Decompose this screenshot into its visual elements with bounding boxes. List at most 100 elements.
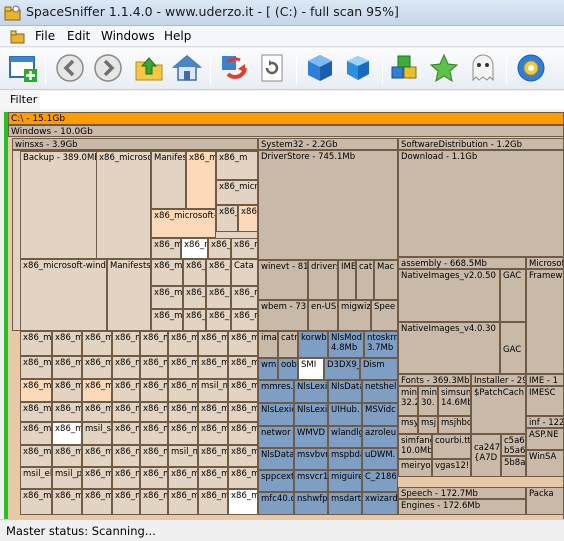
file-item[interactable]: mfc40.c (258, 492, 294, 515)
treemap-item[interactable]: en-US (308, 300, 338, 331)
treemap-item[interactable]: x86_m (140, 467, 168, 489)
filter-input[interactable] (40, 91, 564, 109)
file-item[interactable]: NlsData (258, 448, 294, 470)
treemap-item[interactable]: NativeImages_v2.0.50 (398, 269, 500, 322)
treemap-item[interactable]: x86_i (206, 286, 231, 309)
file-item[interactable]: msjhbd (438, 416, 471, 434)
treemap-item[interactable]: x86_m (20, 356, 52, 379)
treemap-item[interactable]: x86_m (228, 489, 258, 515)
ime-folder[interactable]: IME - 1 (526, 374, 564, 386)
file-item[interactable]: wlandlg (328, 426, 362, 448)
treemap-item[interactable]: x86_m (112, 467, 140, 489)
file-item[interactable]: azroleu (362, 426, 398, 448)
treemap-item[interactable]: x86_m (168, 402, 198, 422)
forward-icon[interactable] (92, 52, 124, 84)
treemap-item[interactable]: x86_m (52, 331, 82, 356)
speech-folder[interactable]: Speech - 172.7Mb (398, 487, 526, 499)
file-item[interactable]: mspbda (328, 448, 362, 470)
treemap-item[interactable]: x86_m (168, 356, 198, 379)
treemap-item[interactable]: drivers (308, 260, 338, 300)
back-icon[interactable] (54, 52, 86, 84)
treemap-item[interactable]: x86_m (231, 309, 258, 331)
treemap-item[interactable]: x86_m (112, 489, 140, 515)
treemap-item[interactable]: x86_mi (231, 238, 258, 259)
treemap-item[interactable]: x86_m (168, 422, 198, 445)
treemap-item[interactable]: x86_m (228, 331, 258, 356)
treemap-item[interactable]: x86_m (112, 331, 140, 356)
star-icon[interactable] (428, 52, 460, 84)
treemap-item[interactable]: inf - 122 (526, 416, 564, 428)
treemap-item[interactable]: x86_m (140, 445, 168, 467)
treemap-item[interactable]: x86_m (20, 489, 52, 515)
file-item[interactable]: vgas12! (432, 459, 471, 477)
driverstore-folder[interactable]: DriverStore - 745.1Mb (258, 150, 398, 260)
treemap-item[interactable]: Framew (526, 269, 564, 374)
file-item[interactable]: WMVD (294, 426, 328, 448)
treemap-item[interactable]: x86_m (228, 356, 258, 379)
treemap-item[interactable]: x86_m (140, 489, 168, 515)
settings-icon[interactable] (515, 52, 547, 84)
file-item[interactable]: sppcext (258, 470, 294, 492)
treemap-item[interactable]: x86_m (20, 402, 52, 422)
treemap-item[interactable]: migwiz (338, 300, 371, 331)
treemap-item[interactable]: x86_m (82, 356, 112, 379)
rescan-icon[interactable] (256, 52, 288, 84)
file-item[interactable]: NlsLexic (258, 403, 294, 426)
treemap-item[interactable]: imag (258, 331, 278, 358)
treemap-item[interactable]: Mac (374, 260, 398, 300)
treemap-item[interactable]: winevt - 81 (258, 260, 308, 300)
manifests-folder[interactable]: Manifests (151, 151, 186, 209)
winsxs-folder[interactable]: winsxs - 3.9Gb (12, 138, 258, 150)
file-item[interactable]: networ (258, 426, 294, 448)
treemap-item[interactable]: x86_m (82, 331, 112, 356)
windows-folder[interactable]: Windows - 10.0Gb (8, 125, 564, 137)
treemap-item[interactable]: IME (338, 260, 356, 300)
file-item[interactable]: NlsData (328, 380, 362, 403)
treemap-item[interactable]: x86_m (140, 331, 168, 356)
treemap-item[interactable]: x86_m (198, 467, 228, 489)
blocks-icon[interactable] (389, 52, 421, 84)
treemap-item[interactable]: x86_microsoft. (96, 151, 151, 259)
treemap-item[interactable]: x86_m (140, 402, 168, 422)
treemap-item[interactable]: x86_m (168, 467, 198, 489)
treemap-item[interactable]: x86_m (183, 309, 206, 331)
treemap-item[interactable]: x86_m (168, 489, 198, 515)
treemap-item[interactable]: x86_m (82, 379, 112, 402)
treemap-item[interactable]: x86_m (112, 445, 140, 467)
file-item[interactable]: UIHub. (328, 403, 362, 426)
treemap-item[interactable]: x86_m (228, 402, 258, 422)
file-item[interactable]: msdart. (328, 492, 362, 515)
treemap-item[interactable]: Cata (231, 259, 258, 286)
treemap-item[interactable]: x86_mic (20, 379, 52, 402)
treemap-item[interactable]: x86_m (20, 445, 52, 467)
treemap-item[interactable]: msil_m (168, 445, 198, 467)
treemap-item[interactable]: x86_m (82, 467, 112, 489)
file-item[interactable]: msvcr1 (294, 470, 328, 492)
menu-windows[interactable]: Windows (101, 29, 155, 43)
treemap-item[interactable]: 5b8ac (501, 456, 526, 477)
engines-folder[interactable]: Engines - 172.6Mb (398, 499, 526, 515)
file-item[interactable]: korwb (298, 331, 328, 358)
assembly-folder[interactable]: assembly - 668.5Mb (398, 257, 526, 269)
download-folder[interactable]: Download - 1.1Gb (398, 150, 564, 257)
treemap-item[interactable]: Packa (526, 487, 564, 515)
file-item[interactable]: NlsLexic (294, 403, 328, 426)
file-item[interactable]: mmres. (258, 380, 294, 403)
file-item[interactable]: ntoskrn 3.7Mb (364, 331, 398, 358)
treemap-item[interactable]: x86_m (228, 379, 258, 402)
softwaredistribution-folder[interactable]: SoftwareDistribution - 1.2Gb (398, 138, 564, 150)
treemap-item[interactable]: x86_m (112, 356, 140, 379)
treemap-item[interactable]: msil_sy (82, 422, 112, 445)
ghost-icon[interactable] (467, 52, 499, 84)
treemap-item[interactable]: x86_m (183, 286, 206, 309)
menu-file[interactable]: File (35, 29, 55, 43)
treemap-item[interactable]: x86_m (198, 356, 228, 379)
treemap-item[interactable]: Microsoft (526, 257, 564, 269)
treemap-item[interactable]: GAC (500, 322, 526, 374)
treemap-item[interactable]: x86_m (112, 379, 140, 402)
treemap-item[interactable]: catr (356, 260, 374, 300)
file-item[interactable]: miguire (328, 470, 362, 492)
treemap-item[interactable]: x86_m (231, 286, 258, 309)
treemap-item[interactable]: x86_m (198, 445, 228, 467)
treemap-item[interactable]: x86_m (228, 422, 258, 445)
